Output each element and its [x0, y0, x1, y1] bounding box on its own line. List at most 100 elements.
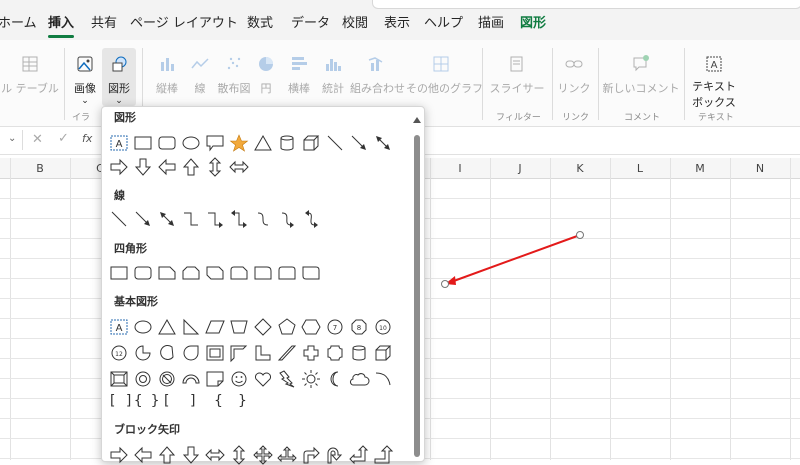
u-turn-arrow-icon[interactable] [324, 445, 346, 465]
chord-icon[interactable] [156, 343, 178, 363]
curved-double-arrow-connector-icon[interactable] [300, 209, 322, 229]
quad-arrow-icon[interactable] [252, 445, 274, 465]
half-frame-icon[interactable] [228, 343, 250, 363]
snip-same-side-rectangle-icon[interactable] [180, 263, 202, 283]
l-shape-icon[interactable] [252, 343, 274, 363]
cross-icon[interactable] [300, 343, 322, 363]
block-arc-icon[interactable] [180, 369, 202, 389]
octagon-icon[interactable]: 8 [348, 317, 370, 337]
right-brace-icon[interactable]: } [238, 393, 247, 409]
oval-icon[interactable] [132, 317, 154, 337]
decagon-icon[interactable]: 10 [372, 317, 394, 337]
arrow-line-icon[interactable] [132, 209, 154, 229]
pentagon-icon[interactable] [276, 317, 298, 337]
pie-shape-icon[interactable] [132, 343, 154, 363]
oval-icon[interactable] [180, 133, 202, 153]
dodecagon-icon[interactable]: 12 [108, 343, 130, 363]
heart-icon[interactable] [252, 369, 274, 389]
textbox-shape-icon[interactable]: A [108, 317, 130, 337]
svg-text:A: A [116, 323, 123, 334]
left-right-arrow-icon[interactable] [228, 157, 250, 177]
curved-connector-icon[interactable] [252, 209, 274, 229]
left-up-arrow-icon[interactable] [348, 445, 370, 465]
rectangle-icon[interactable] [108, 263, 130, 283]
textbox-shape-icon[interactable]: A [108, 133, 130, 153]
cube-icon[interactable] [372, 343, 394, 363]
star-icon[interactable] [228, 133, 250, 153]
left-brace-icon[interactable]: { [214, 393, 223, 409]
elbow-double-arrow-connector-icon[interactable] [228, 209, 250, 229]
left-arrow-icon[interactable] [132, 445, 154, 465]
bevel-icon[interactable] [108, 369, 130, 389]
left-right-arrow-icon[interactable] [204, 445, 226, 465]
folded-corner-icon[interactable] [204, 369, 226, 389]
heptagon-icon[interactable]: 7 [324, 317, 346, 337]
resize-handle[interactable] [441, 280, 449, 288]
round-same-side-rectangle-icon[interactable] [276, 263, 298, 283]
moon-icon[interactable] [324, 369, 346, 389]
teardrop-icon[interactable] [180, 343, 202, 363]
scrollbar[interactable] [414, 135, 420, 457]
smiley-face-icon[interactable] [228, 369, 250, 389]
svg-text:8: 8 [357, 324, 361, 332]
cube-icon[interactable] [300, 133, 322, 153]
hexagon-icon[interactable] [300, 317, 322, 337]
cylinder-icon[interactable] [276, 133, 298, 153]
elbow-connector-icon[interactable] [180, 209, 202, 229]
down-arrow-icon[interactable] [132, 157, 154, 177]
arc-icon[interactable] [372, 369, 394, 389]
double-arrow-line-icon[interactable] [156, 209, 178, 229]
cloud-icon[interactable] [348, 369, 370, 389]
frame-icon[interactable] [204, 343, 226, 363]
round-diagonal-rectangle-icon[interactable] [300, 263, 322, 283]
triangle-icon[interactable] [156, 317, 178, 337]
snip-corner-rectangle-icon[interactable] [156, 263, 178, 283]
sun-icon[interactable] [300, 369, 322, 389]
section-header-rectangles: 四角形 [114, 242, 147, 255]
resize-handle[interactable] [576, 231, 584, 239]
svg-text:7: 7 [333, 324, 337, 332]
double-bracket-icon[interactable]: [ ] [108, 393, 133, 409]
snip-round-rectangle-icon[interactable] [228, 263, 250, 283]
arrow-line-icon[interactable] [348, 133, 370, 153]
no-symbol-icon[interactable] [156, 369, 178, 389]
up-down-arrow-icon[interactable] [228, 445, 250, 465]
can-icon[interactable] [348, 343, 370, 363]
rounded-rectangle-icon[interactable] [132, 263, 154, 283]
right-arrow-icon[interactable] [108, 445, 130, 465]
triangle-icon[interactable] [252, 133, 274, 153]
svg-text:A: A [116, 139, 123, 150]
left-right-up-arrow-icon[interactable] [276, 445, 298, 465]
section-header-block-arrows: ブロック矢印 [114, 423, 180, 436]
snip-diagonal-rectangle-icon[interactable] [204, 263, 226, 283]
round-single-corner-rectangle-icon[interactable] [252, 263, 274, 283]
rounded-rectangle-icon[interactable] [156, 133, 178, 153]
diamond-icon[interactable] [252, 317, 274, 337]
curved-arrow-connector-icon[interactable] [276, 209, 298, 229]
left-arrow-icon[interactable] [156, 157, 178, 177]
right-bracket-icon[interactable]: ] [190, 393, 195, 409]
rectangle-icon[interactable] [132, 133, 154, 153]
up-down-arrow-icon[interactable] [204, 157, 226, 177]
up-arrow-icon[interactable] [156, 445, 178, 465]
parallelogram-icon[interactable] [204, 317, 226, 337]
right-triangle-icon[interactable] [180, 317, 202, 337]
line-icon[interactable] [324, 133, 346, 153]
elbow-arrow-connector-icon[interactable] [204, 209, 226, 229]
bent-arrow-icon[interactable] [300, 445, 322, 465]
plaque-icon[interactable] [324, 343, 346, 363]
donut-icon[interactable] [132, 369, 154, 389]
double-brace-icon[interactable]: { } [134, 393, 159, 409]
trapezoid-icon[interactable] [228, 317, 250, 337]
diagonal-stripe-icon[interactable] [276, 343, 298, 363]
right-arrow-icon[interactable] [108, 157, 130, 177]
bent-up-arrow-icon[interactable] [372, 445, 394, 465]
double-arrow-line-icon[interactable] [372, 133, 394, 153]
line-icon[interactable] [108, 209, 130, 229]
lightning-bolt-icon[interactable] [276, 369, 298, 389]
scroll-up-icon[interactable] [413, 117, 421, 123]
up-arrow-icon[interactable] [180, 157, 202, 177]
left-bracket-icon[interactable]: [ [164, 393, 169, 409]
callout-icon[interactable] [204, 133, 226, 153]
down-arrow-icon[interactable] [180, 445, 202, 465]
